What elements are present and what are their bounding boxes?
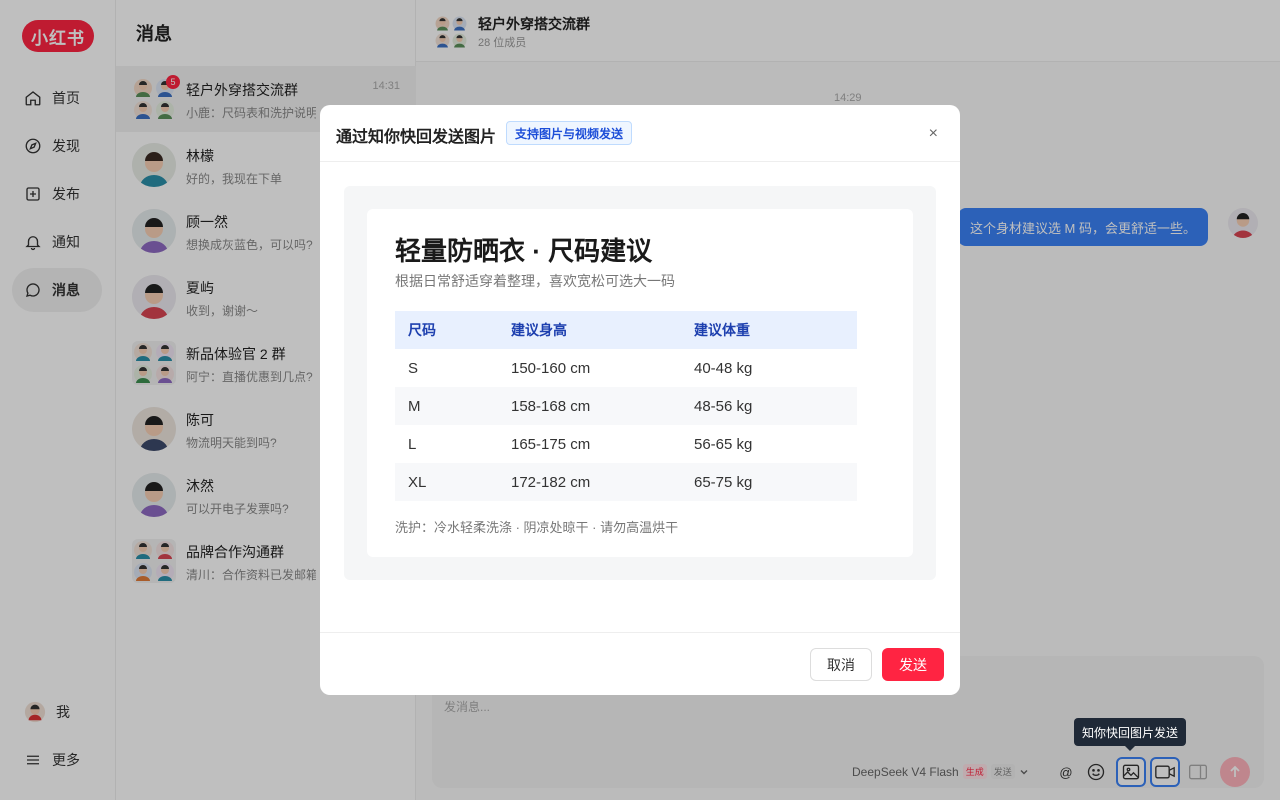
dialog-footer: 取消 发送: [320, 632, 960, 695]
dialog-tag: 支持图片与视频发送: [506, 121, 633, 145]
table-header: 尺码 建议身高 建议体重: [395, 311, 857, 349]
table-cell: 172-182 cm: [511, 473, 591, 491]
header-cell: 建议体重: [694, 322, 750, 338]
table-row: M 158-168 cm 48-56 kg: [395, 387, 857, 425]
card-title: 轻量防晒衣 · 尺码建议: [395, 236, 653, 266]
cancel-button[interactable]: 取消: [810, 648, 872, 681]
table-row: S 150-160 cm 40-48 kg: [395, 349, 857, 387]
table-cell: S: [408, 359, 419, 377]
table-row: L 165-175 cm 56-65 kg: [395, 425, 857, 463]
image-preview: 轻量防晒衣 · 尺码建议 根据日常舒适穿着整理，喜欢宽松可选大一码 尺码 建议身…: [344, 186, 936, 580]
send-button[interactable]: 发送: [882, 648, 944, 681]
table-cell: 56-65 kg: [694, 435, 753, 453]
card-subtitle: 根据日常舒适穿着整理，喜欢宽松可选大一码: [395, 273, 675, 289]
size-guide-card: 轻量防晒衣 · 尺码建议 根据日常舒适穿着整理，喜欢宽松可选大一码 尺码 建议身…: [367, 209, 913, 557]
table-cell: L: [408, 435, 417, 453]
close-icon[interactable]: ×: [929, 125, 938, 143]
table-cell: M: [408, 397, 421, 415]
header-cell: 尺码: [408, 322, 436, 338]
table-cell: 48-56 kg: [694, 397, 753, 415]
care-note: 洗护：冷水轻柔洗涤 · 阴凉处晾干 · 请勿高温烘干: [395, 520, 679, 535]
table-row: XL 172-182 cm 65-75 kg: [395, 463, 857, 501]
header-cell: 建议身高: [511, 322, 567, 338]
table-cell: 150-160 cm: [511, 359, 591, 377]
tooltip: 知你快回图片发送: [1074, 718, 1187, 751]
dialog-title: 通过知你快回发送图片: [336, 129, 497, 146]
table-cell: 65-75 kg: [694, 473, 753, 491]
size-table: 尺码 建议身高 建议体重 S 150-160 cm 40-48 kg M 158…: [395, 311, 857, 501]
send-image-dialog: 通过知你快回发送图片 支持图片与视频发送 × 轻量防晒衣 · 尺码建议 根据日常…: [320, 105, 960, 695]
table-cell: 165-175 cm: [511, 435, 591, 453]
table-cell: 158-168 cm: [511, 397, 591, 415]
table-cell: 40-48 kg: [694, 359, 753, 377]
table-cell: XL: [408, 473, 427, 491]
dialog-header: 通过知你快回发送图片 支持图片与视频发送 ×: [320, 105, 960, 162]
